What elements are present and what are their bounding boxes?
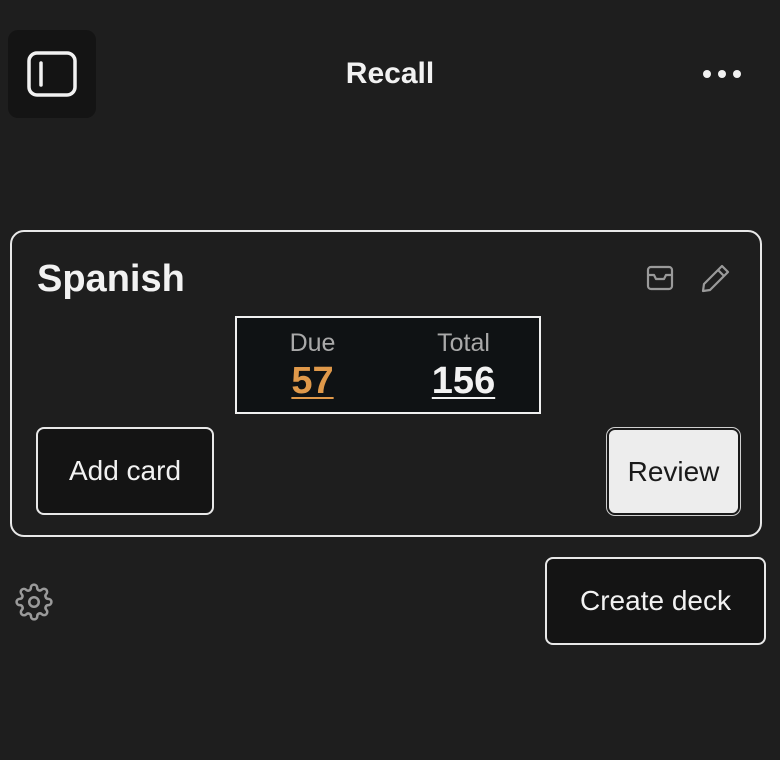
due-label: Due [289, 329, 336, 357]
deck-stats: Due 57 Total 156 [235, 316, 541, 414]
archive-button[interactable] [640, 258, 680, 298]
total-count-link[interactable]: 156 [432, 358, 495, 404]
add-card-button[interactable]: Add card [36, 427, 214, 515]
more-horizontal-icon [703, 70, 741, 78]
deck-card: Spanish Due 57 Total 156 Add card Review [10, 230, 762, 537]
more-menu-button[interactable] [696, 54, 748, 94]
header: Recall [0, 0, 780, 150]
edit-button[interactable] [696, 258, 736, 298]
gear-icon [15, 583, 53, 621]
settings-button[interactable] [12, 580, 56, 624]
pencil-icon [701, 264, 730, 293]
create-deck-button[interactable]: Create deck [545, 557, 766, 645]
archive-icon [646, 265, 674, 291]
deck-name: Spanish [37, 258, 185, 300]
app-title: Recall [345, 57, 435, 90]
due-count-link[interactable]: 57 [291, 358, 333, 404]
total-stat: Total 156 [388, 318, 539, 412]
review-button[interactable]: Review [607, 428, 740, 515]
total-label: Total [437, 329, 490, 357]
due-stat: Due 57 [237, 318, 388, 412]
